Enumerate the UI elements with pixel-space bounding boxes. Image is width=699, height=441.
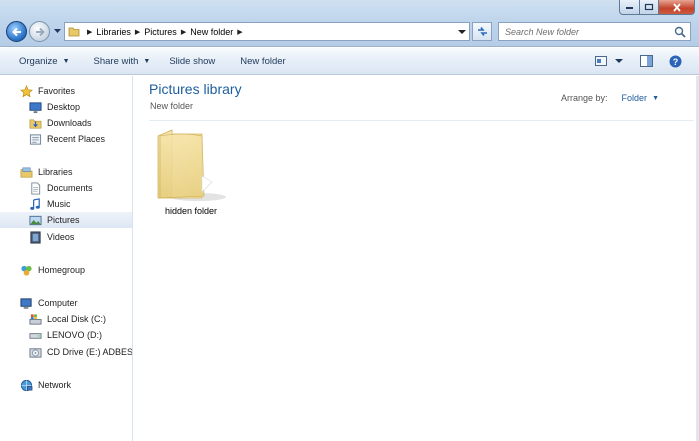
recent-places-icon xyxy=(29,133,42,145)
title-bar: ▶ Libraries ▶ Pictures ▶ New folder ▶ Searc… xyxy=(0,0,699,47)
recent-pages-dropdown[interactable] xyxy=(53,26,62,36)
music-icon xyxy=(30,197,40,210)
chevron-down-icon xyxy=(458,30,466,34)
nav-lenovo-drive[interactable]: LENOVO (D:) xyxy=(29,327,102,343)
help-button[interactable]: ? xyxy=(668,53,682,69)
maximize-button[interactable] xyxy=(640,0,659,15)
hard-drive-icon xyxy=(29,332,42,339)
nav-downloads[interactable]: Downloads xyxy=(29,115,92,131)
nav-computer[interactable]: Computer xyxy=(20,295,78,311)
preview-pane-icon xyxy=(639,55,653,67)
folder-item[interactable]: hidden folder xyxy=(152,126,230,216)
documents-icon xyxy=(31,181,41,195)
cd-drive-icon xyxy=(29,347,42,358)
arrange-by-dropdown[interactable]: Folder ▼ xyxy=(622,93,659,103)
network-icon xyxy=(20,379,33,391)
chevron-down-icon: ▼ xyxy=(62,57,70,65)
nav-favorites[interactable]: Favorites xyxy=(20,83,75,99)
breadcrumb-arrow-icon[interactable]: ▶ xyxy=(87,28,92,36)
search-input[interactable]: Search New folder xyxy=(498,22,691,41)
chevron-down-icon: ▼ xyxy=(143,57,151,65)
folder-name: hidden folder xyxy=(164,206,218,216)
folder-icon xyxy=(68,27,80,37)
back-button[interactable] xyxy=(6,21,27,42)
nav-cd-drive[interactable]: CD Drive (E:) ADBEST xyxy=(29,344,132,360)
nav-documents[interactable]: Documents xyxy=(29,180,93,196)
search-icon xyxy=(674,26,686,38)
breadcrumb-pictures[interactable]: Pictures ▶ xyxy=(144,27,190,37)
nav-libraries[interactable]: Libraries xyxy=(20,164,73,180)
close-button[interactable] xyxy=(659,0,695,15)
address-bar[interactable]: ▶ Libraries ▶ Pictures ▶ New folder ▶ xyxy=(64,22,470,41)
minimize-icon xyxy=(626,7,633,9)
arrange-by: Arrange by: Folder ▼ xyxy=(561,93,659,103)
navigation-pane: Favorites Desktop Downloads Recent Place… xyxy=(0,76,133,441)
breadcrumb-libraries[interactable]: Libraries ▶ xyxy=(96,27,144,37)
close-icon xyxy=(672,2,681,12)
arrange-by-label: Arrange by: xyxy=(561,93,608,103)
address-history-dropdown[interactable] xyxy=(457,27,467,37)
forward-button[interactable] xyxy=(29,21,50,42)
chevron-down-icon xyxy=(614,59,623,63)
command-bar: Organize ▼ Share with ▼ Slide show New fol… xyxy=(0,48,699,75)
folder-icon xyxy=(157,129,226,201)
change-view-button[interactable] xyxy=(595,53,607,69)
nav-music[interactable]: Music xyxy=(29,196,71,212)
nav-pictures[interactable]: Pictures xyxy=(0,212,132,228)
back-arrow-icon xyxy=(11,27,21,36)
nav-network[interactable]: Network xyxy=(20,377,71,393)
header-divider xyxy=(149,120,694,121)
nav-local-disk[interactable]: Local Disk (C:) xyxy=(29,311,106,327)
star-icon xyxy=(20,84,33,97)
share-with-button[interactable]: Share with ▼ xyxy=(94,56,151,67)
restore-icon xyxy=(644,3,654,11)
breadcrumb-arrow-icon[interactable]: ▶ xyxy=(237,28,242,36)
computer-icon xyxy=(20,297,32,309)
window-controls xyxy=(619,0,695,15)
preview-pane-button[interactable] xyxy=(639,53,653,69)
downloads-folder-icon xyxy=(29,118,42,128)
view-icon xyxy=(595,56,607,66)
nav-homegroup[interactable]: Homegroup xyxy=(20,262,85,278)
svg-text:?: ? xyxy=(672,57,678,67)
library-subtitle: New folder xyxy=(150,101,194,111)
forward-arrow-icon xyxy=(35,27,45,36)
view-options-dropdown[interactable] xyxy=(614,53,623,69)
chevron-down-icon xyxy=(54,29,61,33)
pictures-icon xyxy=(29,215,42,225)
content-pane: Pictures library New folder Arrange by: … xyxy=(134,76,699,441)
breadcrumb-arrow-icon[interactable]: ▶ xyxy=(135,28,140,36)
slide-show-button[interactable]: Slide show xyxy=(169,56,215,67)
nav-recent-places[interactable]: Recent Places xyxy=(29,131,105,147)
nav-videos[interactable]: Videos xyxy=(29,229,74,245)
search-placeholder: Search New folder xyxy=(505,26,580,37)
refresh-icon xyxy=(477,27,487,36)
videos-icon xyxy=(30,230,41,244)
breadcrumb-new-folder[interactable]: New folder ▶ xyxy=(190,27,246,37)
refresh-button[interactable] xyxy=(472,22,492,41)
organize-button[interactable]: Organize ▼ xyxy=(19,56,70,67)
minimize-button[interactable] xyxy=(619,0,640,15)
help-icon: ? xyxy=(669,55,681,67)
local-disk-icon xyxy=(29,313,42,325)
library-title: Pictures library xyxy=(149,81,242,97)
nav-desktop[interactable]: Desktop xyxy=(29,99,80,115)
desktop-icon xyxy=(29,101,42,113)
breadcrumb-arrow-icon[interactable]: ▶ xyxy=(181,28,186,36)
libraries-icon xyxy=(20,167,33,177)
chevron-down-icon: ▼ xyxy=(652,94,659,102)
new-folder-button[interactable]: New folder xyxy=(240,56,285,67)
homegroup-icon xyxy=(21,265,32,276)
